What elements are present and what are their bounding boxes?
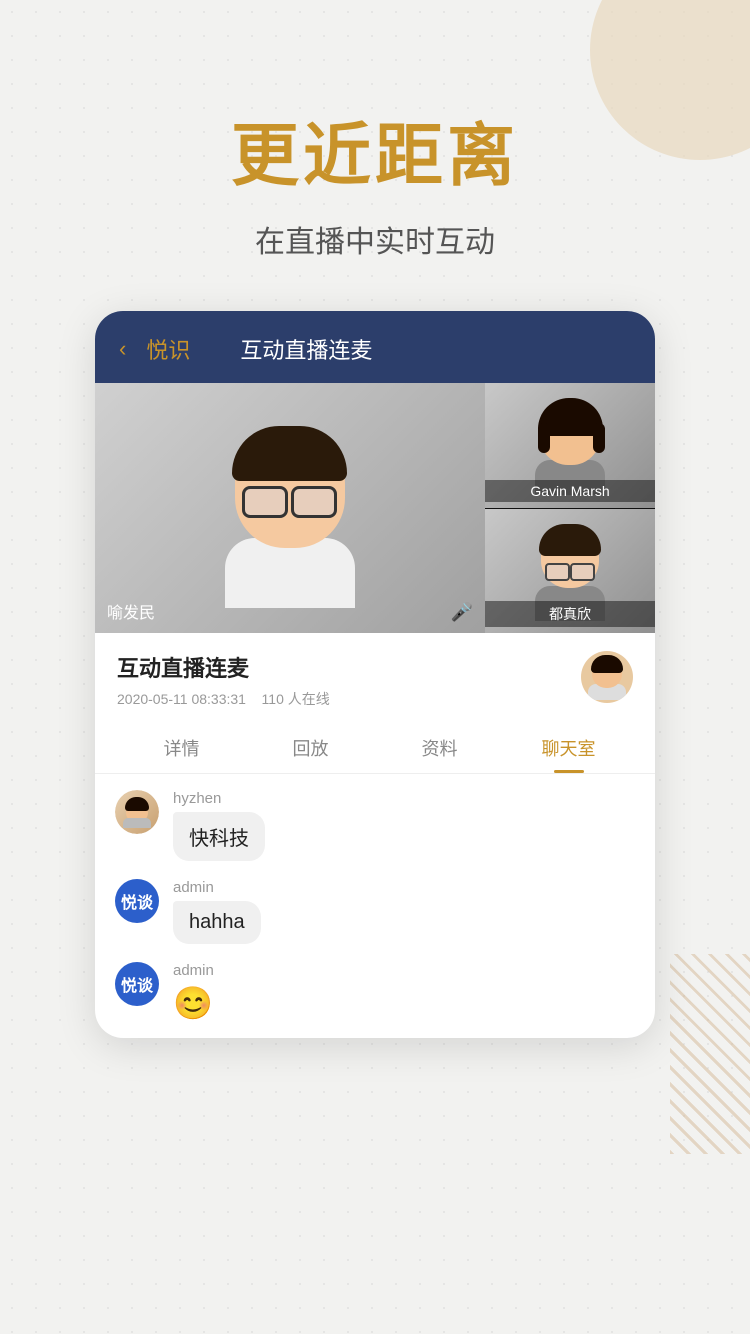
chat-body-1: hyzhen 快科技 bbox=[173, 790, 265, 861]
back-button[interactable]: ‹ bbox=[119, 336, 126, 362]
main-presenter-avatar bbox=[210, 408, 370, 608]
tab-details[interactable]: 详情 bbox=[117, 721, 246, 773]
card-mockup: ‹ 悦识 互动直播连麦 喻发民 🎤 bbox=[95, 311, 655, 1038]
main-presenter-name: 喻发民 bbox=[107, 599, 155, 623]
chat-avatar-2: 悦谈 bbox=[115, 879, 159, 923]
chat-username-1: hyzhen bbox=[173, 790, 265, 807]
tab-replay[interactable]: 回放 bbox=[246, 721, 375, 773]
page-content: 更近距离 在直播中实时互动 ‹ 悦识 互动直播连麦 bbox=[0, 0, 750, 1038]
card-header: ‹ 悦识 互动直播连麦 bbox=[95, 311, 655, 383]
tabs-row: 详情 回放 资料 聊天室 bbox=[95, 721, 655, 774]
stream-date: 2020-05-11 08:33:31 bbox=[117, 691, 246, 707]
side-video-2: 都真欣 bbox=[485, 509, 655, 634]
chat-body-2: admin hahha bbox=[173, 879, 261, 944]
tab-chat[interactable]: 聊天室 bbox=[504, 721, 633, 773]
info-section: 互动直播连麦 2020-05-11 08:33:31 110 人在线 bbox=[95, 633, 655, 721]
video-side-panel: Gavin Marsh 都真欣 bbox=[485, 383, 655, 633]
app-name-label: 悦识 bbox=[146, 333, 190, 365]
header-title: 互动直播连麦 bbox=[240, 333, 372, 365]
side-video-1: Gavin Marsh bbox=[485, 383, 655, 508]
chat-message-2: 悦谈 admin hahha bbox=[115, 879, 635, 944]
video-area: 喻发民 🎤 Gavin Marsh bbox=[95, 383, 655, 633]
yueshi-label-2: 悦谈 bbox=[121, 972, 153, 996]
chat-bubble-3: 😊 bbox=[173, 984, 214, 1022]
main-video-feed bbox=[95, 383, 485, 633]
stream-title: 互动直播连麦 bbox=[117, 651, 330, 683]
chat-username-2: admin bbox=[173, 879, 261, 896]
chat-bubble-2: hahha bbox=[173, 901, 261, 944]
side-presenter-1-name: Gavin Marsh bbox=[485, 480, 655, 502]
chat-body-3: admin 😊 bbox=[173, 962, 214, 1022]
mic-icon: 🎤 bbox=[451, 602, 473, 623]
stream-host-avatar-face bbox=[587, 654, 627, 700]
tab-materials[interactable]: 资料 bbox=[375, 721, 504, 773]
stream-online-count: 110 人在线 bbox=[262, 691, 330, 707]
side-presenter-2-name: 都真欣 bbox=[485, 601, 655, 627]
chat-avatar-3: 悦谈 bbox=[115, 962, 159, 1006]
sub-title: 在直播中实时互动 bbox=[255, 217, 495, 261]
stream-meta: 2020-05-11 08:33:31 110 人在线 bbox=[117, 689, 330, 709]
chat-section: hyzhen 快科技 悦谈 admin hahha 悦谈 bbox=[95, 774, 655, 1038]
stream-avatar bbox=[581, 651, 633, 703]
chat-bubble-1: 快科技 bbox=[173, 812, 265, 861]
yueshi-label-1: 悦谈 bbox=[121, 889, 153, 913]
chat-avatar-1 bbox=[115, 790, 159, 834]
info-left: 互动直播连麦 2020-05-11 08:33:31 110 人在线 bbox=[117, 651, 330, 709]
main-title: 更近距离 bbox=[231, 100, 519, 199]
chat-message-1: hyzhen 快科技 bbox=[115, 790, 635, 861]
chat-message-3: 悦谈 admin 😊 bbox=[115, 962, 635, 1022]
video-main: 喻发民 🎤 bbox=[95, 383, 485, 633]
chat-username-3: admin bbox=[173, 962, 214, 979]
